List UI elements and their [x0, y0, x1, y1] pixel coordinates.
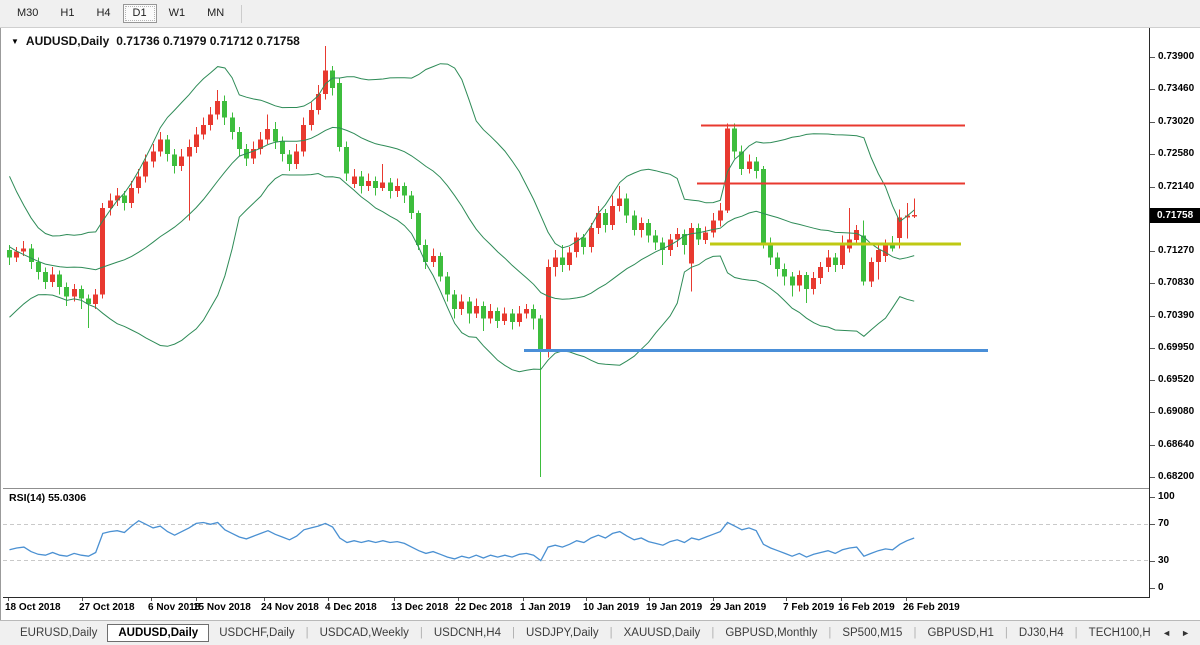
- timeframe-button-MN[interactable]: MN: [197, 4, 234, 23]
- date-tick-label: 26 Feb 2019: [903, 602, 960, 613]
- chart-tab-usdcnh-h4[interactable]: USDCNH,H4: [424, 624, 511, 642]
- price-tick-label: 0.72140: [1158, 181, 1194, 192]
- chart-tab-dj30-h4[interactable]: DJ30,H4: [1009, 624, 1074, 642]
- chart-title: ▼ AUDUSD,Daily 0.71736 0.71979 0.71712 0…: [11, 34, 300, 48]
- date-tick-label: 29 Jan 2019: [710, 602, 766, 613]
- current-price-badge: 0.71758: [1150, 208, 1200, 223]
- chart-tab-audusd-daily[interactable]: AUDUSD,Daily: [107, 624, 209, 642]
- symbol-tab-bar: EURUSD,DailyAUDUSD,DailyUSDCHF,Daily|USD…: [0, 620, 1200, 645]
- price-chart-canvas[interactable]: [3, 28, 1149, 488]
- chart-tab-usdchf-daily[interactable]: USDCHF,Daily: [209, 624, 304, 642]
- timeframe-button-M30[interactable]: M30: [7, 4, 48, 23]
- timeframe-button-H4[interactable]: H4: [86, 4, 120, 23]
- price-tick-label: 0.72580: [1158, 148, 1194, 159]
- price-tick-label: 0.70390: [1158, 310, 1194, 321]
- chart-symbol-label: AUDUSD,Daily: [26, 34, 109, 48]
- date-tick-label: 13 Dec 2018: [391, 602, 448, 613]
- chart-ohlc-values: 0.71736 0.71979 0.71712 0.71758: [116, 34, 300, 48]
- rsi-indicator-label: RSI(14) 55.0306: [9, 492, 86, 504]
- chart-tab-gbpusd-h1[interactable]: GBPUSD,H1: [917, 624, 1003, 642]
- bollinger-bands-layer: [10, 64, 915, 372]
- chart-tab-sp500-m15[interactable]: SP500,M15: [832, 624, 912, 642]
- timeframe-button-H1[interactable]: H1: [50, 4, 84, 23]
- date-tick-label: 16 Feb 2019: [838, 602, 895, 613]
- tab-scroll-right-icon[interactable]: ►: [1181, 628, 1190, 638]
- chart-tab-gbpusd-monthly[interactable]: GBPUSD,Monthly: [715, 624, 827, 642]
- tab-scroll-controls: ◄ ►: [1162, 628, 1200, 638]
- rsi-tick-label: 0: [1158, 582, 1164, 593]
- date-tick-label: 19 Jan 2019: [646, 602, 702, 613]
- price-tick-label: 0.69520: [1158, 374, 1194, 385]
- price-tick-label: 0.73900: [1158, 51, 1194, 62]
- chart-tab-usdcad-weekly[interactable]: USDCAD,Weekly: [310, 624, 419, 642]
- price-tick-label: 0.73020: [1158, 116, 1194, 127]
- rsi-line: [10, 521, 915, 561]
- date-tick-label: 7 Feb 2019: [783, 602, 834, 613]
- chart-tab-eurusd-daily[interactable]: EURUSD,Daily: [10, 624, 107, 642]
- date-tick-label: 4 Dec 2018: [325, 602, 377, 613]
- rsi-indicator-canvas[interactable]: [3, 489, 1149, 597]
- chart-tab-xauusd-daily[interactable]: XAUUSD,Daily: [614, 624, 711, 642]
- chart-window[interactable]: ▼ AUDUSD,Daily 0.71736 0.71979 0.71712 0…: [0, 28, 1200, 620]
- price-tick-label: 0.71270: [1158, 245, 1194, 256]
- chart-dropdown-icon[interactable]: ▼: [11, 37, 19, 46]
- date-tick-label: 10 Jan 2019: [583, 602, 639, 613]
- date-tick-label: 27 Oct 2018: [79, 602, 135, 613]
- date-tick-label: 24 Nov 2018: [261, 602, 319, 613]
- price-tick-label: 0.68640: [1158, 439, 1194, 450]
- trading-app: M30H1H4D1W1MN ▼ AUDUSD,Daily 0.71736 0.7…: [0, 0, 1200, 645]
- price-tick-label: 0.69080: [1158, 406, 1194, 417]
- price-axis: 0.71758 0.73900 0.73460 0.73020 0.72580 0.72…: [1149, 28, 1200, 598]
- price-tick-label: 0.70830: [1158, 277, 1194, 288]
- toolbar-divider: [241, 5, 242, 23]
- price-tick-label: 0.69950: [1158, 342, 1194, 353]
- chart-tab-tech100-h[interactable]: TECH100,H: [1079, 624, 1161, 642]
- timeframe-button-D1[interactable]: D1: [123, 4, 157, 23]
- chart-tab-usdjpy-daily[interactable]: USDJPY,Daily: [516, 624, 609, 642]
- rsi-tick-label: 100: [1158, 491, 1175, 502]
- price-tick-label: 0.73460: [1158, 83, 1194, 94]
- date-tick-label: 15 Nov 2018: [193, 602, 251, 613]
- price-tick-label: 0.68200: [1158, 471, 1194, 482]
- timeframe-button-W1[interactable]: W1: [159, 4, 196, 23]
- date-tick-label: 22 Dec 2018: [455, 602, 512, 613]
- date-tick-label: 18 Oct 2018: [5, 602, 61, 613]
- timeframe-toolbar: M30H1H4D1W1MN: [0, 0, 1200, 28]
- date-tick-label: 1 Jan 2019: [520, 602, 571, 613]
- rsi-tick-label: 70: [1158, 518, 1169, 529]
- tab-scroll-left-icon[interactable]: ◄: [1162, 628, 1171, 638]
- rsi-tick-label: 30: [1158, 555, 1169, 566]
- candles-layer: [7, 46, 917, 477]
- date-axis: 18 Oct 201827 Oct 20186 Nov 201815 Nov 2…: [3, 598, 1149, 620]
